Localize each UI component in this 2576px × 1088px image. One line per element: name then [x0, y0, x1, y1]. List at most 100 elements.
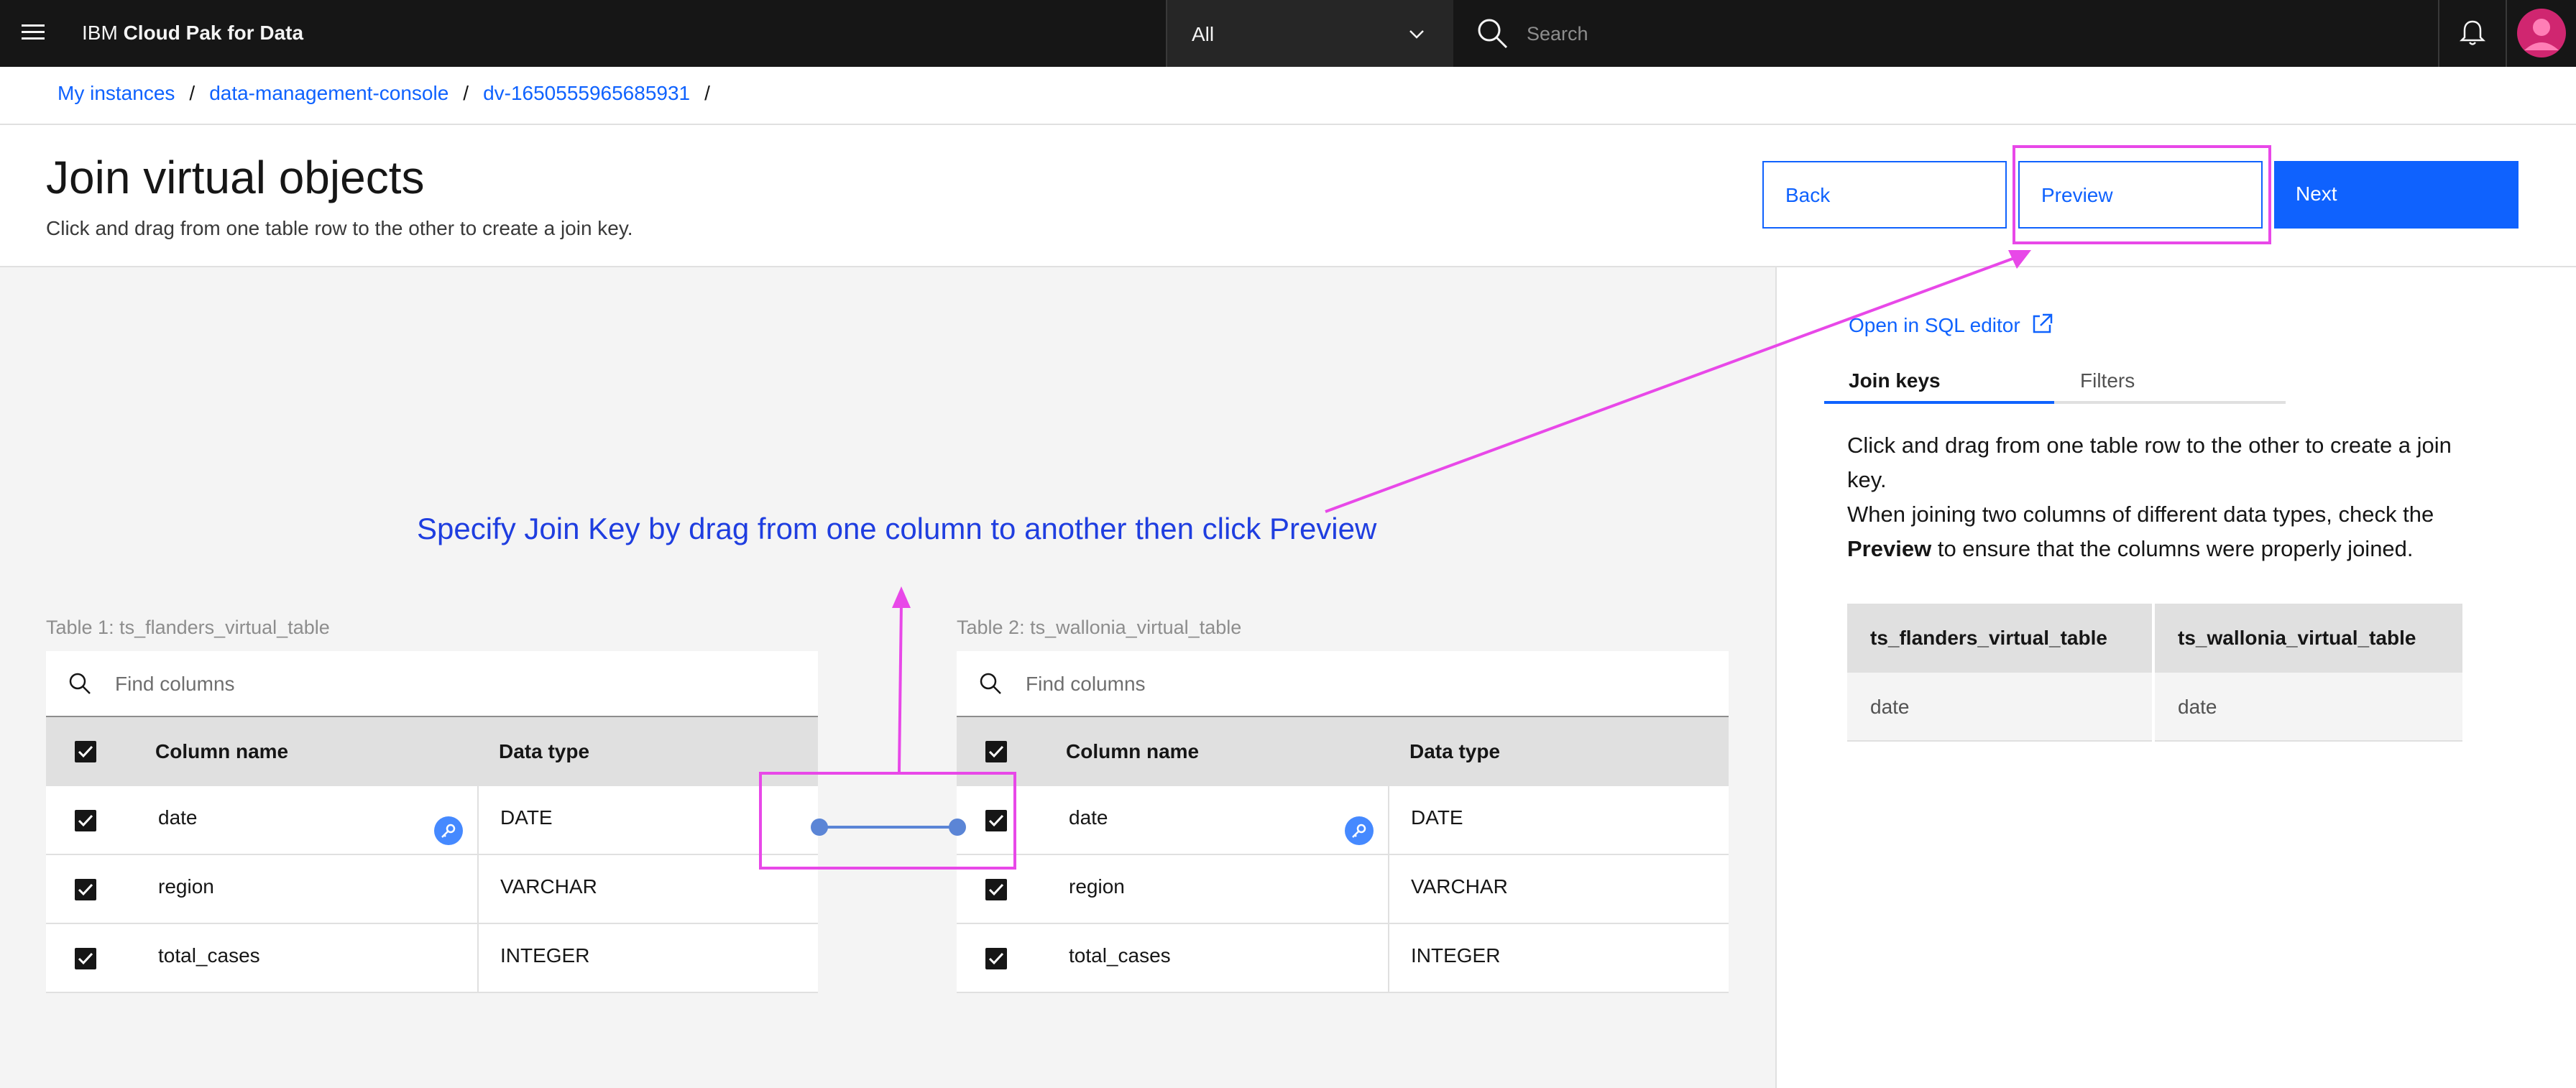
scope-dropdown[interactable]: All: [1166, 0, 1453, 67]
data-type: INTEGER: [1411, 944, 1501, 967]
help-line-2: When joining two columns of different da…: [1847, 497, 2494, 566]
open-in-sql-editor-link[interactable]: Open in SQL editor: [1849, 312, 2053, 337]
tab-filters[interactable]: Filters: [2080, 369, 2135, 392]
brand-title[interactable]: IBM Cloud Pak for Data: [82, 22, 303, 45]
join-key-icon: [1345, 816, 1374, 845]
table1-select-all-checkbox[interactable]: [75, 741, 96, 762]
brand-prefix: IBM: [82, 22, 118, 44]
launch-icon: [2033, 313, 2053, 333]
column-name: total_cases: [1069, 944, 1171, 967]
column-name: region: [1069, 875, 1125, 898]
join-keys-header-right: ts_wallonia_virtual_table: [2178, 627, 2416, 649]
checkmark-icon: [78, 814, 93, 827]
table2: Find columns Column name Data type date …: [957, 651, 1729, 993]
scope-dropdown-value: All: [1192, 23, 1215, 45]
table2-column-name-header: Column name: [1066, 740, 1200, 762]
join-key-icon: [434, 816, 463, 845]
table1-search-placeholder: Find columns: [115, 673, 235, 695]
breadcrumb-separator: /: [463, 82, 469, 104]
breadcrumb: My instances / data-management-console /…: [58, 82, 724, 105]
table2-select-all-checkbox[interactable]: [985, 741, 1007, 762]
table-row[interactable]: date date: [1847, 673, 2462, 742]
column-divider: [2152, 604, 2155, 673]
join-details-panel: Open in SQL editor Join keys Filters Cli…: [1775, 267, 2576, 1088]
table-row[interactable]: total_cases INTEGER: [957, 924, 1729, 993]
data-type: VARCHAR: [500, 875, 597, 898]
table2-data-type-header: Data type: [1409, 740, 1501, 762]
row-checkbox[interactable]: [75, 948, 96, 969]
breadcrumb-divider: [0, 124, 2576, 125]
data-type: VARCHAR: [1411, 875, 1508, 898]
column-divider: [477, 786, 479, 855]
table-row[interactable]: date DATE: [46, 786, 818, 855]
search-icon: [69, 673, 91, 694]
column-divider: [2152, 673, 2155, 742]
row-checkbox[interactable]: [985, 879, 1007, 900]
breadcrumb-separator: /: [189, 82, 196, 104]
table2-header-row: Column name Data type: [957, 717, 1729, 786]
column-name: date: [1069, 806, 1108, 829]
checkmark-icon: [988, 883, 1004, 896]
annotation-instruction: Specify Join Key by drag from one column…: [417, 512, 1377, 545]
avatar: [2517, 9, 2566, 57]
checkmark-icon: [988, 952, 1004, 965]
breadcrumb-my-instances[interactable]: My instances: [58, 82, 175, 105]
data-type: INTEGER: [500, 944, 590, 967]
breadcrumb-instance[interactable]: dv-1650555965685931: [483, 82, 690, 105]
top-header: IBM Cloud Pak for Data All Search: [0, 0, 2576, 67]
active-tab-indicator: [1824, 401, 2054, 404]
join-keys-header-row: ts_flanders_virtual_table ts_wallonia_vi…: [1847, 604, 2462, 673]
breadcrumb-separator: /: [704, 82, 710, 104]
data-type: DATE: [1411, 806, 1463, 829]
help-line-2-suffix: to ensure that the columns were properly…: [1937, 536, 2414, 561]
preview-highlight-box: [2012, 145, 2271, 244]
table-row[interactable]: date DATE: [957, 786, 1729, 855]
back-button[interactable]: Back: [1762, 161, 2007, 229]
column-divider: [477, 924, 479, 993]
help-line-1: Click and drag from one table row to the…: [1847, 433, 2452, 492]
join-keys-header-left: ts_flanders_virtual_table: [1870, 627, 2107, 649]
table2-search-input[interactable]: Find columns: [957, 651, 1729, 717]
table1-search-input[interactable]: Find columns: [46, 651, 818, 717]
panel-tabs: Join keys Filters: [1824, 356, 2286, 404]
checkmark-icon: [988, 745, 1004, 758]
row-checkbox[interactable]: [985, 948, 1007, 969]
table-row[interactable]: region VARCHAR: [957, 855, 1729, 924]
column-name: region: [158, 875, 214, 898]
table2-label: Table 2: ts_wallonia_virtual_table: [957, 617, 1242, 638]
search-icon: [980, 673, 1001, 694]
search-icon: [1478, 19, 1508, 49]
table1-data-type-header: Data type: [499, 740, 590, 762]
column-divider: [1388, 855, 1389, 924]
table2-search-placeholder: Find columns: [1026, 673, 1146, 695]
join-key-highlight-box: [759, 772, 1016, 870]
column-divider: [1388, 786, 1389, 855]
table-row[interactable]: total_cases INTEGER: [46, 924, 818, 993]
data-type: DATE: [500, 806, 553, 829]
notifications-button[interactable]: [2438, 0, 2504, 67]
row-checkbox[interactable]: [75, 810, 96, 831]
checkmark-icon: [78, 952, 93, 965]
join-key-right: date: [2178, 696, 2217, 718]
table1-column-name-header: Column name: [155, 740, 289, 762]
breadcrumb-data-management-console[interactable]: data-management-console: [209, 82, 448, 105]
next-button[interactable]: Next: [2274, 161, 2518, 229]
chevron-down-icon: [1409, 30, 1424, 39]
column-name: date: [158, 806, 198, 829]
join-keys-help-text: Click and drag from one table row to the…: [1847, 428, 2494, 566]
table1-label: Table 1: ts_flanders_virtual_table: [46, 617, 330, 638]
tab-join-keys[interactable]: Join keys: [1849, 369, 1941, 392]
column-divider: [477, 855, 479, 924]
user-avatar-button[interactable]: [2506, 0, 2576, 67]
global-search[interactable]: Search: [1455, 0, 2435, 67]
row-checkbox[interactable]: [75, 879, 96, 900]
column-divider: [1388, 924, 1389, 993]
help-line-2-prefix: When joining two columns of different da…: [1847, 502, 2434, 527]
table1: Find columns Column name Data type date …: [46, 651, 818, 993]
brand-name: Cloud Pak for Data: [123, 22, 304, 44]
column-name: total_cases: [158, 944, 260, 967]
table1-header-row: Column name Data type: [46, 717, 818, 786]
checkmark-icon: [78, 745, 93, 758]
hamburger-menu-icon[interactable]: [19, 20, 47, 46]
table-row[interactable]: region VARCHAR: [46, 855, 818, 924]
